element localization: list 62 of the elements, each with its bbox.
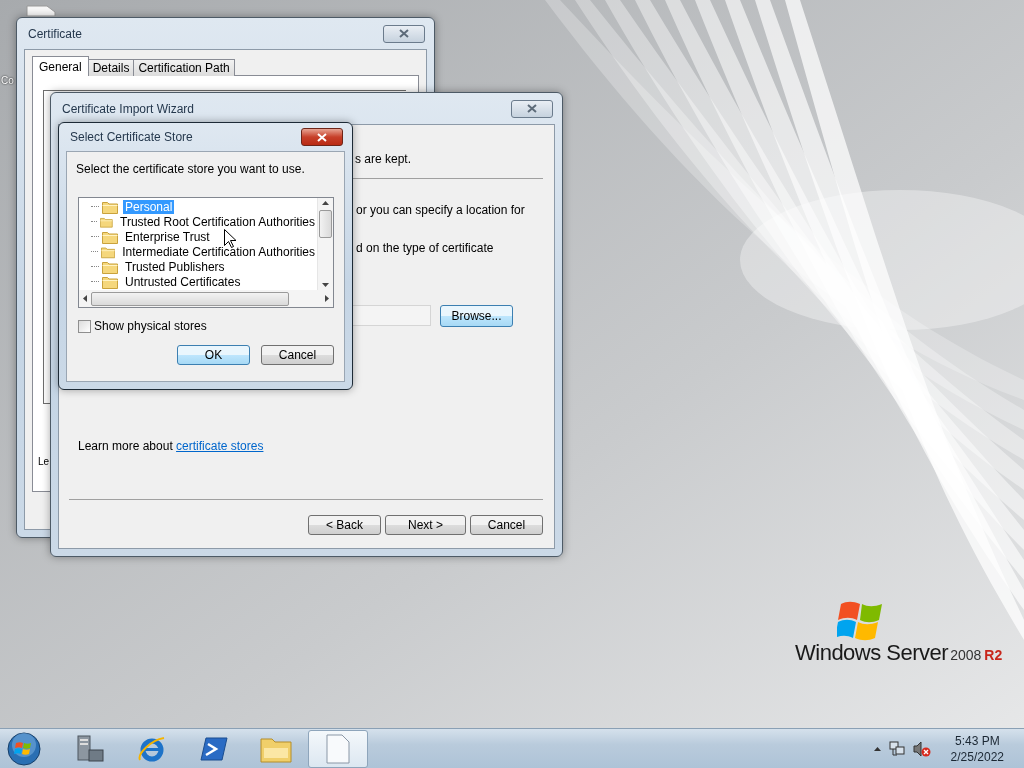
folder-icon xyxy=(102,259,118,274)
wizard-button[interactable]: < Back xyxy=(308,515,381,535)
horizontal-scrollbar[interactable] xyxy=(79,290,333,307)
left-arrow-icon[interactable] xyxy=(83,295,87,302)
folder-icon xyxy=(102,274,118,289)
description-text: or you can specify a location for xyxy=(356,203,526,217)
folder-icon xyxy=(101,244,116,259)
dialog-title: Select Certificate Store xyxy=(69,130,193,144)
flag-logo-icon xyxy=(837,600,885,642)
description-text: d on the type of certificate xyxy=(356,241,495,255)
tree-item[interactable]: Trusted Root Certification Authorities xyxy=(118,214,317,229)
browse-button[interactable]: Browse... xyxy=(440,305,513,327)
window-title: Certificate Import Wizard xyxy=(61,101,195,116)
tree-item[interactable]: Trusted Publishers xyxy=(123,259,227,274)
server-icon xyxy=(75,733,105,764)
close-button[interactable] xyxy=(511,99,553,118)
close-button[interactable] xyxy=(383,24,425,43)
window-title: Certificate xyxy=(27,26,83,41)
logo-version-text: 2008 xyxy=(950,647,982,663)
scroll-thumb[interactable] xyxy=(319,210,332,238)
show-hidden-icons-icon[interactable] xyxy=(873,746,881,751)
close-icon xyxy=(317,132,327,142)
wizard-button[interactable]: Cancel xyxy=(470,515,543,535)
tab[interactable]: Certification Path xyxy=(133,59,235,76)
dialog-button[interactable]: OK xyxy=(177,345,250,365)
wizard-button[interactable]: Next > xyxy=(385,515,466,535)
up-arrow-icon[interactable] xyxy=(322,201,329,205)
clock-time[interactable]: 5:43 PM xyxy=(954,732,1000,749)
folder-icon xyxy=(102,229,118,244)
document-icon xyxy=(326,733,350,764)
muted-speaker-icon[interactable] xyxy=(912,740,931,757)
terminal-icon xyxy=(200,735,228,762)
close-icon xyxy=(399,29,409,38)
tab[interactable]: Details xyxy=(87,59,135,76)
prompt-text: Select the certificate store you want to use. xyxy=(76,162,306,176)
path-field[interactable] xyxy=(353,305,431,326)
checkbox-label: Show physical stores xyxy=(94,319,207,333)
cursor-icon xyxy=(224,229,236,248)
right-arrow-icon[interactable] xyxy=(325,295,329,302)
down-arrow-icon[interactable] xyxy=(322,283,329,287)
start-button[interactable] xyxy=(4,729,44,768)
logo-edition-text: R2 xyxy=(984,647,1003,663)
vertical-scrollbar[interactable] xyxy=(317,198,333,290)
partial-text: Le xyxy=(38,456,50,467)
dialog-button[interactable]: Cancel xyxy=(261,345,334,365)
tree-item[interactable]: Untrusted Certificates xyxy=(123,274,243,289)
scroll-thumb[interactable] xyxy=(91,291,289,306)
description-text: s are kept. xyxy=(355,152,413,166)
tree-item[interactable]: Enterprise Trust xyxy=(123,229,212,244)
help-text: Learn more about certificate stores xyxy=(78,439,265,453)
network-icon[interactable] xyxy=(888,740,905,757)
close-icon xyxy=(527,104,537,113)
tab[interactable]: General xyxy=(32,56,89,76)
help-link[interactable]: certificate stores xyxy=(176,439,264,453)
desktop-icon-label: Co xyxy=(1,75,14,86)
close-button[interactable] xyxy=(301,128,343,146)
logo-brand-text: Windows Server xyxy=(795,640,949,666)
folder-icon xyxy=(102,199,118,214)
clock-date[interactable]: 2/25/2022 xyxy=(950,748,1004,765)
tree-item[interactable]: Intermediate Certification Authorities xyxy=(120,244,317,259)
taskbar-button[interactable] xyxy=(308,729,368,768)
checkbox[interactable] xyxy=(78,319,91,333)
